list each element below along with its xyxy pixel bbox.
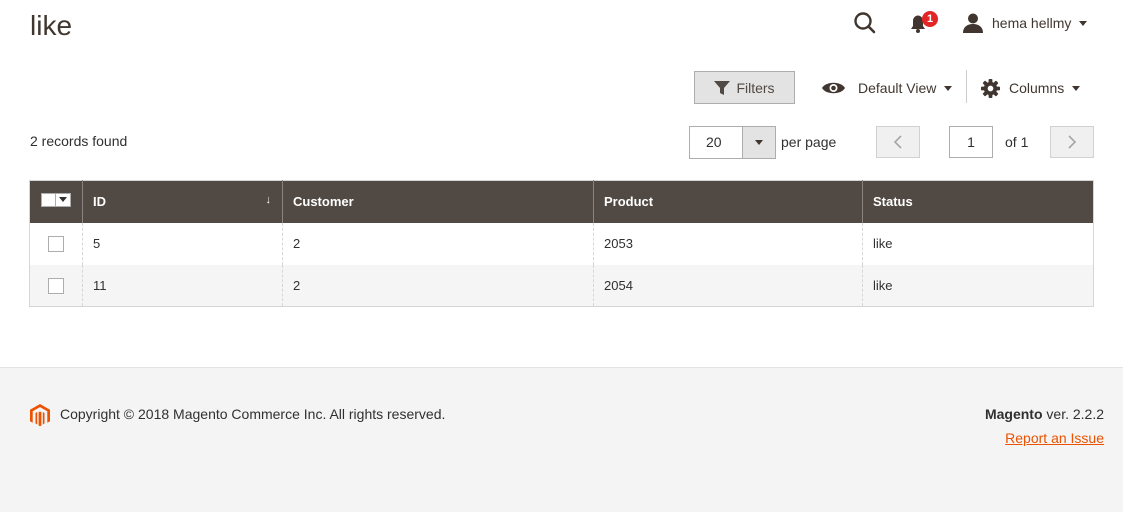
gear-icon xyxy=(981,78,1000,98)
next-page-button[interactable] xyxy=(1050,126,1094,158)
cell-id: 11 xyxy=(82,264,283,307)
row-checkbox[interactable] xyxy=(48,235,64,252)
row-checkbox[interactable] xyxy=(48,277,64,294)
user-account-menu[interactable]: hema hellmy xyxy=(962,10,1088,36)
per-page-toggle[interactable] xyxy=(742,127,775,158)
cell-customer: 2 xyxy=(282,264,594,307)
report-issue-link[interactable]: Report an Issue xyxy=(1005,430,1104,446)
per-page-label: per page xyxy=(781,134,837,150)
toolbar-divider xyxy=(966,70,967,103)
column-header-id[interactable]: ID ↓ xyxy=(82,180,283,223)
per-page-select[interactable]: 20 xyxy=(689,126,776,159)
cell-product: 2054 xyxy=(593,264,863,307)
brand-name: Magento xyxy=(984,406,1043,422)
select-all-checkbox[interactable] xyxy=(41,193,56,208)
cell-status: like xyxy=(862,264,1094,307)
magento-logo-icon xyxy=(30,404,50,427)
page-footer: Copyright © 2018 Magento Commerce Inc. A… xyxy=(0,367,1123,512)
filter-icon xyxy=(714,80,731,95)
chevron-down-icon xyxy=(1072,85,1081,91)
version-number: ver. 2.2.2 xyxy=(1042,406,1104,422)
search-button[interactable] xyxy=(852,10,878,36)
grid-header-row: ID ↓ Customer Product Status xyxy=(29,180,1094,223)
per-page-value: 20 xyxy=(706,134,722,150)
column-header-customer[interactable]: Customer xyxy=(282,180,594,223)
column-header-label: Product xyxy=(604,194,654,210)
filters-button[interactable]: Filters xyxy=(694,71,795,104)
mass-select-toggle[interactable] xyxy=(56,193,71,208)
cell-customer: 2 xyxy=(282,222,594,265)
mass-select-control[interactable] xyxy=(41,193,71,208)
total-pages: of 1 xyxy=(1005,134,1029,150)
mass-action-header xyxy=(29,180,83,223)
cell-id: 5 xyxy=(82,222,283,265)
column-header-label: Customer xyxy=(293,194,354,210)
chevron-left-icon xyxy=(893,135,902,149)
column-header-status[interactable]: Status xyxy=(862,180,1094,223)
column-header-label: Status xyxy=(873,194,913,210)
notification-badge[interactable]: 1 xyxy=(922,11,938,27)
chevron-down-icon xyxy=(944,85,953,91)
search-icon xyxy=(854,12,876,34)
cell-product: 2053 xyxy=(593,222,863,265)
user-name: hema hellmy xyxy=(992,15,1072,31)
version-info: Magento ver. 2.2.2 xyxy=(985,406,1104,422)
table-row[interactable]: 11 2 2054 like xyxy=(29,264,1094,307)
column-header-product[interactable]: Product xyxy=(593,180,863,223)
data-grid: ID ↓ Customer Product Status 5 2 2053 li… xyxy=(29,180,1094,307)
sort-arrow-icon: ↓ xyxy=(265,194,272,206)
filters-label: Filters xyxy=(736,79,775,96)
view-switcher[interactable]: Default View xyxy=(821,76,953,100)
copyright-text: Copyright © 2018 Magento Commerce Inc. A… xyxy=(60,406,446,422)
previous-page-button[interactable] xyxy=(876,126,920,158)
cell-status: like xyxy=(862,222,1094,265)
columns-button[interactable]: Columns xyxy=(981,76,1081,100)
current-page-input[interactable]: 1 xyxy=(949,126,993,158)
page-title: like xyxy=(30,10,73,41)
eye-icon xyxy=(822,82,845,94)
records-count: 2 records found xyxy=(30,133,128,149)
column-header-label: ID xyxy=(93,194,106,210)
chevron-right-icon xyxy=(1068,135,1077,149)
chevron-down-icon xyxy=(755,140,763,145)
table-row[interactable]: 5 2 2053 like xyxy=(30,222,1094,265)
user-icon xyxy=(963,13,983,33)
columns-label: Columns xyxy=(1009,80,1065,96)
chevron-down-icon xyxy=(59,197,67,203)
view-label: Default View xyxy=(858,80,937,96)
chevron-down-icon xyxy=(1079,20,1088,26)
